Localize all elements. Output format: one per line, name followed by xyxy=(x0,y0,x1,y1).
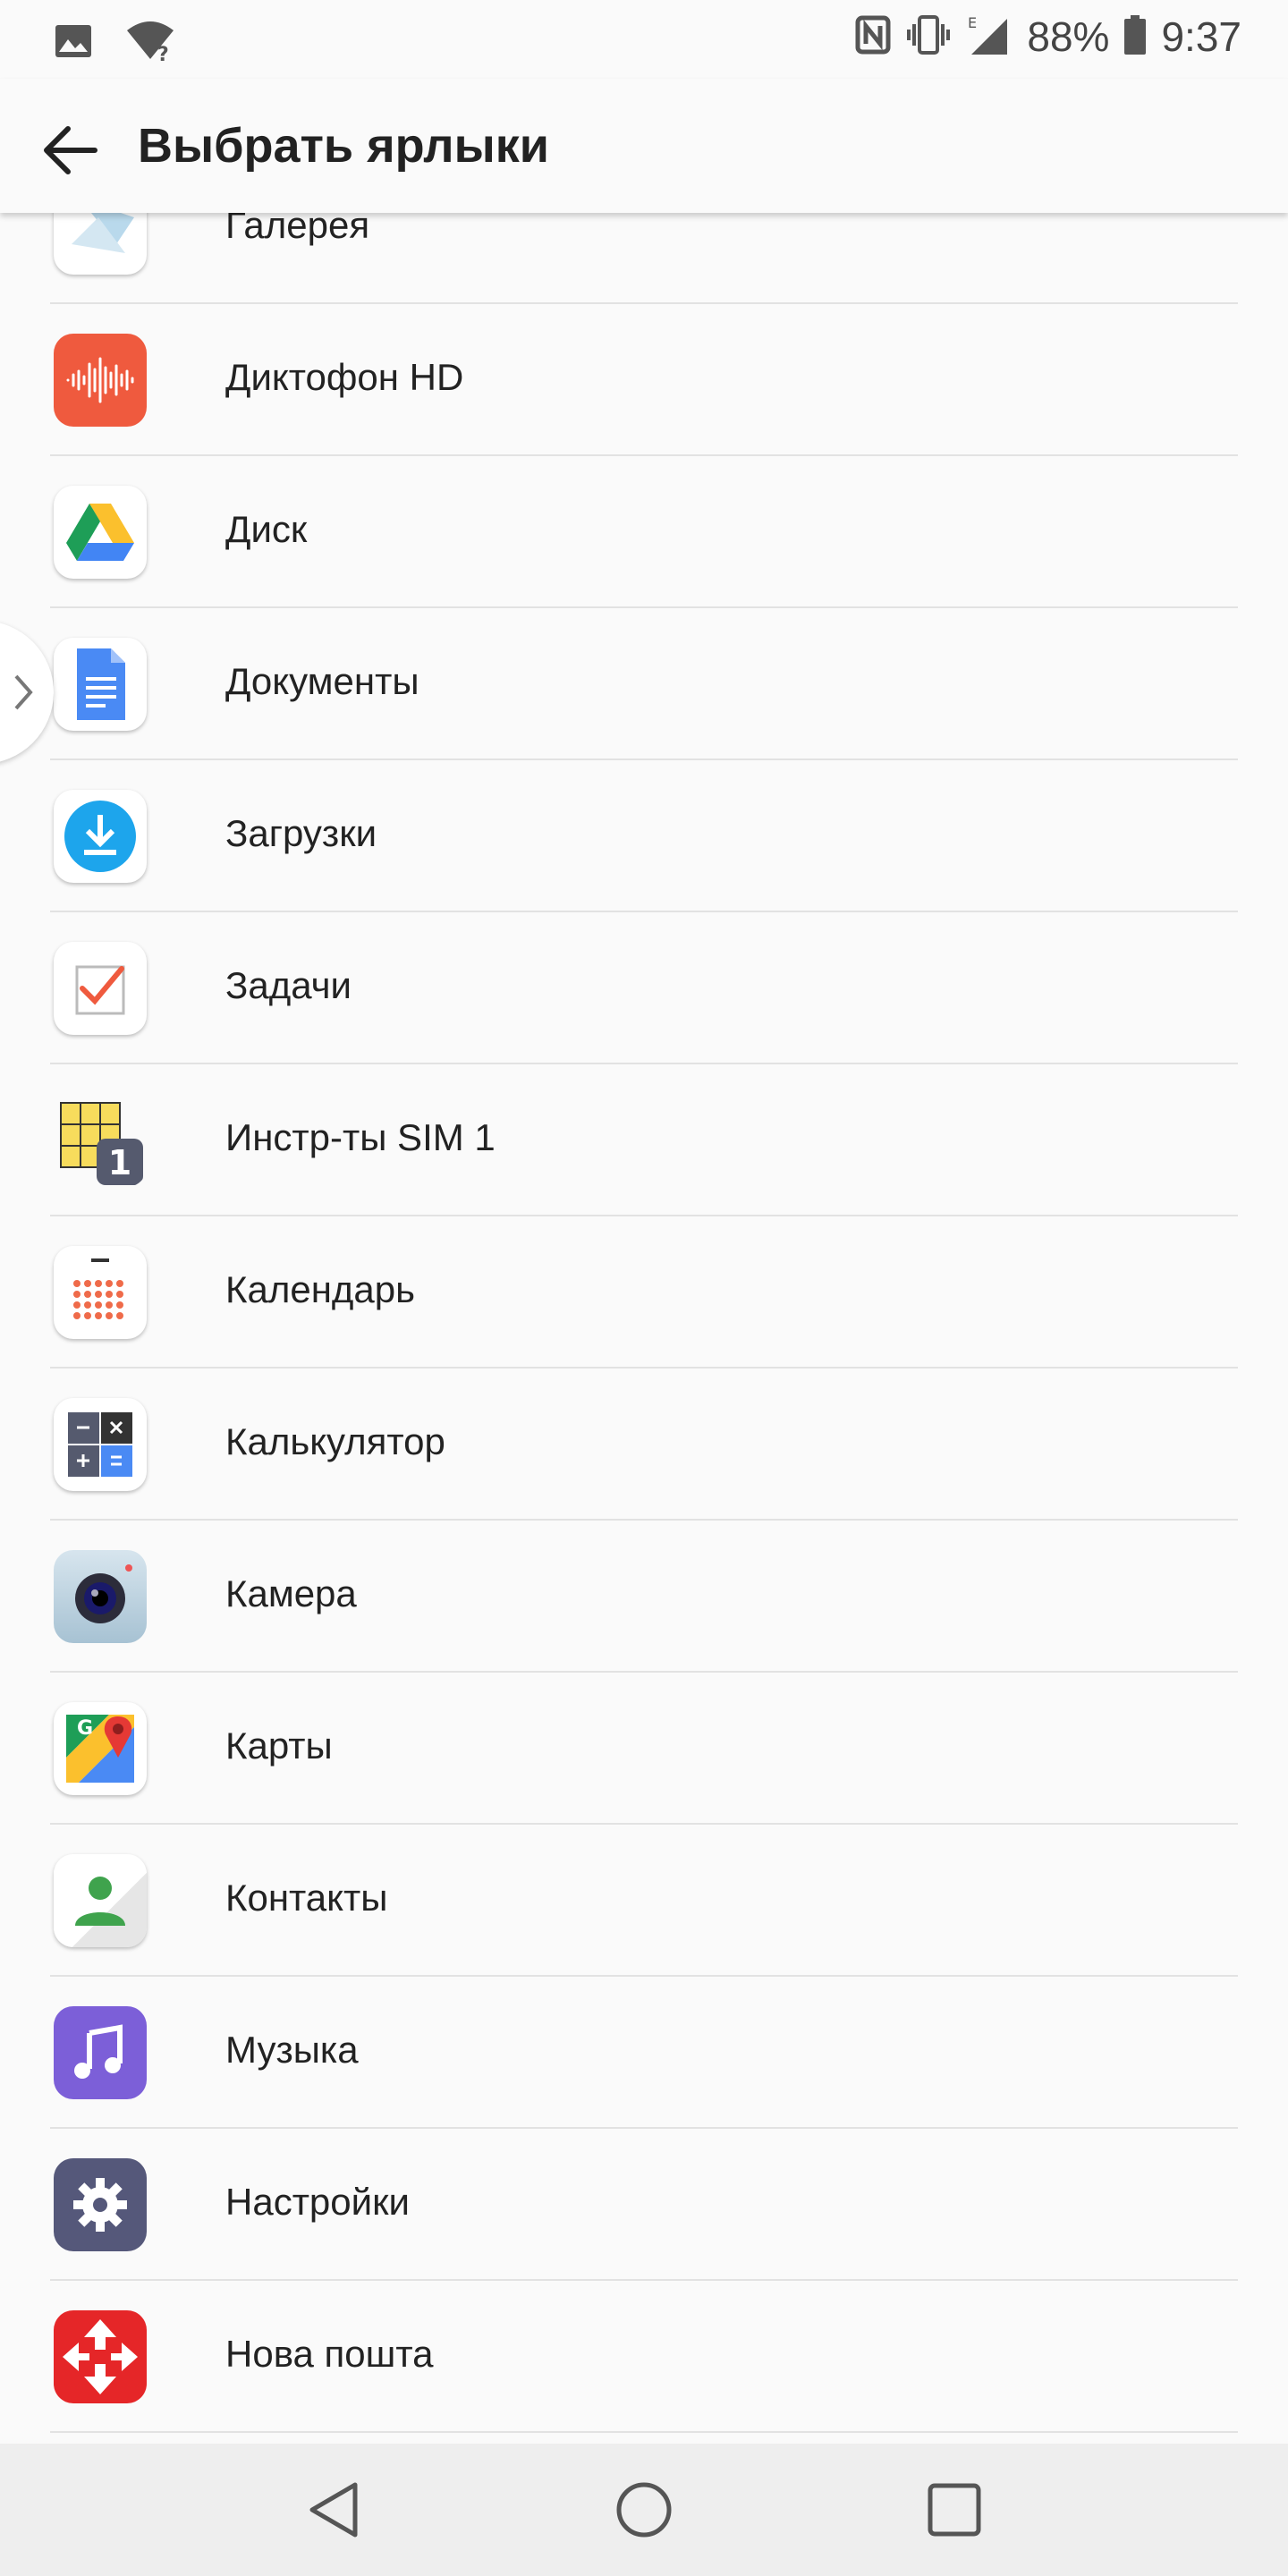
list-item-label: Диск xyxy=(225,508,308,550)
nav-recents-button[interactable] xyxy=(910,2465,999,2555)
list-item-label: Инстр-ты SIM 1 xyxy=(225,1116,496,1158)
list-item-label: Нова пошта xyxy=(225,2333,434,2375)
camera-icon xyxy=(54,1550,147,1643)
settings-icon xyxy=(54,2158,147,2251)
nav-back-button[interactable] xyxy=(289,2465,378,2555)
status-bar: ? E 88% 9:37 xyxy=(0,0,1288,79)
list-item[interactable]: Галерея xyxy=(0,213,1288,304)
voice-recorder-icon xyxy=(54,334,147,427)
downloads-icon xyxy=(54,790,147,883)
arrow-back-icon xyxy=(44,126,97,174)
nav-recents-icon xyxy=(928,2483,981,2537)
list-item[interactable]: Нова пошта xyxy=(0,2281,1288,2433)
list-item[interactable]: Контакты xyxy=(0,1825,1288,1977)
list-item[interactable]: 1 Инстр-ты SIM 1 xyxy=(0,1064,1288,1216)
list-item[interactable]: Календарь xyxy=(0,1216,1288,1368)
page-title: Выбрать ярлыки xyxy=(138,119,549,173)
signal-icon: E xyxy=(966,13,1013,61)
list-item-label: Настройки xyxy=(225,2181,410,2223)
list-item-label: Галерея xyxy=(225,213,370,246)
list-item-label: Карты xyxy=(225,1724,333,1767)
app-bar: Выбрать ярлыки xyxy=(0,79,1288,213)
list-item[interactable]: Диск xyxy=(0,456,1288,608)
shortcut-list[interactable]: Галерея Диктофон HD Диск Документы Загру… xyxy=(0,213,1288,2444)
navigation-bar xyxy=(0,2444,1288,2576)
google-drive-icon xyxy=(54,486,147,579)
nav-home-button[interactable] xyxy=(599,2465,689,2555)
sim-toolkit-icon: 1 xyxy=(54,1094,147,1187)
chevron-right-icon xyxy=(14,674,33,710)
list-item[interactable]: Диктофон HD xyxy=(0,304,1288,456)
list-item-label: Документы xyxy=(225,660,419,702)
list-item[interactable]: Документы xyxy=(0,608,1288,760)
image-icon xyxy=(54,23,93,64)
list-item[interactable]: Загрузки xyxy=(0,760,1288,912)
google-maps-icon: G xyxy=(54,1702,147,1795)
list-item-label: Диктофон HD xyxy=(225,356,464,398)
wifi-unknown-icon: ? xyxy=(123,20,177,67)
list-item[interactable]: Задачи xyxy=(0,912,1288,1064)
battery-percent: 88% xyxy=(1027,13,1110,60)
vibrate-icon xyxy=(905,14,952,59)
list-item-label: Загрузки xyxy=(225,812,377,854)
nav-back-icon xyxy=(309,2482,358,2538)
clock: 9:37 xyxy=(1161,13,1241,60)
list-item[interactable] xyxy=(0,2433,1288,2444)
list-item-label: Календарь xyxy=(225,1268,415,1310)
battery-icon xyxy=(1123,14,1147,59)
calculator-icon xyxy=(54,1398,147,1491)
list-item-label: Задачи xyxy=(225,964,352,1006)
music-icon xyxy=(54,2006,147,2099)
list-item[interactable]: Музыка xyxy=(0,1977,1288,2129)
list-item[interactable]: Камера xyxy=(0,1521,1288,1673)
network-type-label: E xyxy=(968,14,977,31)
calendar-icon xyxy=(54,1246,147,1339)
list-item[interactable]: Настройки xyxy=(0,2129,1288,2281)
svg-text:?: ? xyxy=(157,44,169,63)
svg-text:1: 1 xyxy=(108,1143,131,1182)
list-item-label: Камера xyxy=(225,1572,357,1614)
list-item-label: Контакты xyxy=(225,1877,388,1919)
nova-poshta-icon xyxy=(54,2310,147,2403)
nav-home-icon xyxy=(616,2482,672,2538)
google-docs-icon xyxy=(54,638,147,731)
back-button[interactable] xyxy=(32,113,107,188)
tasks-icon xyxy=(54,942,147,1035)
list-item[interactable]: G Карты xyxy=(0,1673,1288,1825)
list-item-label: Музыка xyxy=(225,2029,359,2071)
gallery-icon xyxy=(54,213,147,275)
list-item-label: Калькулятор xyxy=(225,1420,445,1462)
svg-text:G: G xyxy=(77,1717,93,1740)
list-item[interactable]: Калькулятор xyxy=(0,1368,1288,1521)
nfc-icon xyxy=(855,15,891,59)
contacts-icon xyxy=(54,1854,147,1947)
